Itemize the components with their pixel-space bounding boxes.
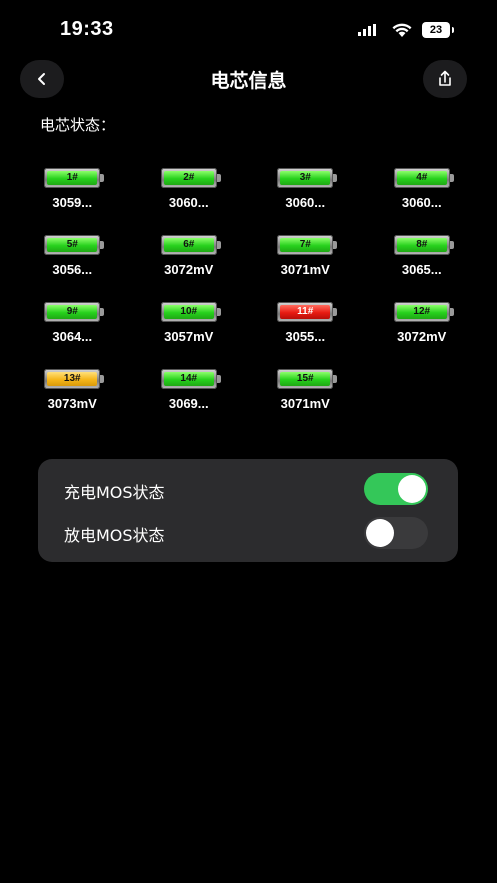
charge-mos-toggle[interactable] (364, 473, 428, 505)
wifi-icon (392, 23, 412, 37)
cell-battery-tip (100, 308, 105, 316)
cell-label: 6# (163, 238, 214, 252)
cell-battery-tip (333, 174, 338, 182)
cell-battery-tip (333, 241, 338, 249)
cell-battery-tip (333, 375, 338, 383)
cell-item: 10# 3057mV (133, 302, 250, 369)
cell-item: 9# 3064... (16, 302, 133, 369)
cell-item: 11# 3055... (249, 302, 366, 369)
share-button[interactable] (423, 60, 467, 98)
cell-battery-icon: 2# (160, 168, 221, 188)
cell-label: 8# (396, 238, 447, 252)
battery-icon: 23 (422, 22, 450, 38)
cell-voltage: 3060... (285, 195, 326, 210)
cell-voltage: 3071mV (280, 262, 330, 277)
cell-voltage: 3069... (168, 396, 209, 411)
toggle-knob (398, 475, 426, 503)
status-bar: 19:33 23 (0, 0, 497, 60)
cell-label: 5# (47, 238, 98, 252)
cell-label: 11# (280, 305, 331, 319)
cell-item: 13# 3073mV (16, 369, 133, 436)
cell-label: 13# (47, 372, 98, 386)
cell-item: 15# 3071mV (249, 369, 366, 436)
cell-battery-icon: 15# (277, 369, 338, 389)
cell-grid: 1# 3059... 2# 3060... 3# 3060... 4# 3060... 5# 30… (16, 168, 482, 436)
discharge-mos-label: 放电MOS状态 (64, 526, 165, 545)
cell-battery-tip (216, 174, 221, 182)
cell-battery-icon: 14# (160, 369, 221, 389)
cell-voltage: 3056... (52, 262, 93, 277)
cell-battery-icon: 7# (277, 235, 338, 255)
cell-item: 3# 3060... (249, 168, 366, 235)
cell-battery-icon: 11# (277, 302, 338, 322)
mos-status-card: 充电MOS状态 放电MOS状态 (38, 459, 458, 562)
charge-mos-label: 充电MOS状态 (64, 483, 165, 502)
cell-label: 7# (280, 238, 331, 252)
cell-voltage: 3057mV (164, 329, 214, 344)
cell-item: 14# 3069... (133, 369, 250, 436)
cell-voltage: 3072mV (164, 262, 214, 277)
cell-label: 4# (396, 171, 447, 185)
cell-status-label: 电芯状态： (40, 116, 116, 134)
cell-label: 3# (280, 171, 331, 185)
cell-label: 2# (163, 171, 214, 185)
cell-battery-tip (100, 174, 105, 182)
cell-battery-icon: 3# (277, 168, 338, 188)
cell-label: 10# (163, 305, 214, 319)
cell-item: 6# 3072mV (133, 235, 250, 302)
cell-item: 2# 3060... (133, 168, 250, 235)
cellular-signal-icon (358, 24, 376, 36)
cell-voltage: 3055... (285, 329, 326, 344)
cell-battery-icon: 4# (393, 168, 454, 188)
cell-voltage: 3060... (401, 195, 442, 210)
toggle-knob (366, 519, 394, 547)
cell-battery-tip (449, 174, 454, 182)
cell-battery-tip (449, 308, 454, 316)
cell-item: 12# 3072mV (366, 302, 483, 369)
discharge-mos-toggle[interactable] (364, 517, 428, 549)
cell-label: 1# (47, 171, 98, 185)
cell-battery-icon: 6# (160, 235, 221, 255)
cell-voltage: 3060... (168, 195, 209, 210)
cell-label: 14# (163, 372, 214, 386)
cell-battery-icon: 13# (44, 369, 105, 389)
cell-voltage: 3064... (52, 329, 93, 344)
battery-nub (452, 27, 454, 33)
cell-battery-tip (216, 241, 221, 249)
cell-item: 1# 3059... (16, 168, 133, 235)
cell-battery-tip (216, 375, 221, 383)
cell-battery-icon: 5# (44, 235, 105, 255)
cell-battery-tip (216, 308, 221, 316)
cell-item: 8# 3065... (366, 235, 483, 302)
cell-voltage: 3059... (52, 195, 93, 210)
cell-battery-icon: 12# (393, 302, 454, 322)
cell-battery-tip (100, 241, 105, 249)
status-time: 19:33 (60, 18, 114, 40)
cell-voltage: 3071mV (280, 396, 330, 411)
cell-battery-icon: 1# (44, 168, 105, 188)
cell-label: 15# (280, 372, 331, 386)
cell-battery-tip (449, 241, 454, 249)
cell-voltage: 3072mV (397, 329, 447, 344)
cell-battery-icon: 10# (160, 302, 221, 322)
cell-battery-tip (100, 375, 105, 383)
cell-item: 4# 3060... (366, 168, 483, 235)
cell-battery-tip (333, 308, 338, 316)
cell-battery-icon: 8# (393, 235, 454, 255)
cell-label: 12# (396, 305, 447, 319)
share-icon (439, 70, 451, 86)
cell-voltage: 3065... (401, 262, 442, 277)
cell-voltage: 3073mV (47, 396, 97, 411)
cell-label: 9# (47, 305, 98, 319)
cell-item: 7# 3071mV (249, 235, 366, 302)
cell-item: 5# 3056... (16, 235, 133, 302)
cell-battery-icon: 9# (44, 302, 105, 322)
